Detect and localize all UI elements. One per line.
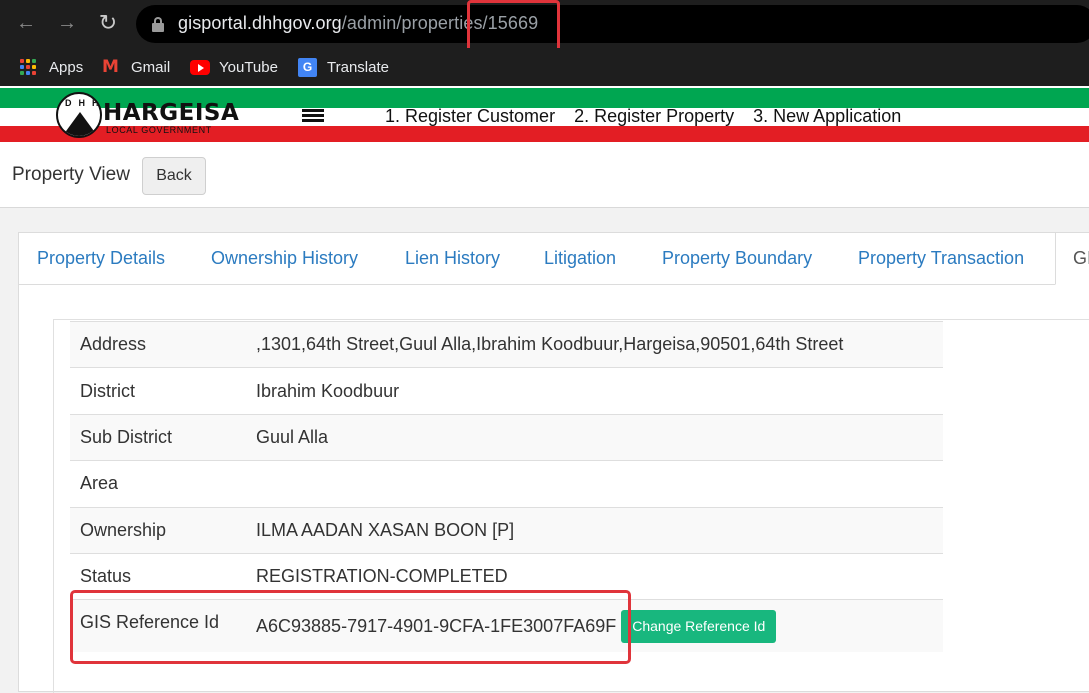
- row-value-area: [246, 460, 943, 508]
- bookmarks-bar: Apps M Gmail YouTube G Translate: [0, 48, 1089, 86]
- tab-property-details[interactable]: Property Details: [37, 248, 165, 269]
- gis-reference-id: A6C93885-7917-4901-9CFA-1FE3007FA69F: [256, 615, 617, 636]
- row-label-area: Area: [70, 460, 246, 508]
- logo-emblem-icon: DHH: [56, 92, 102, 138]
- table-row: Sub District Guul Alla: [70, 413, 943, 461]
- page-title: Property View: [12, 164, 130, 185]
- google-translate-icon: G: [298, 58, 318, 77]
- row-value-gis-reference-cell: A6C93885-7917-4901-9CFA-1FE3007FA69F Cha…: [246, 599, 943, 652]
- reload-icon[interactable]: ↻: [95, 10, 121, 36]
- bookmark-label: Apps: [49, 58, 84, 76]
- address-bar[interactable]: gisportal.dhhgov.org/admin/properties/15…: [136, 5, 1089, 43]
- row-label-district: District: [70, 367, 246, 415]
- bookmark-apps[interactable]: Apps: [20, 57, 83, 77]
- back-arrow-icon[interactable]: ←: [13, 10, 39, 36]
- row-value-address: ,1301,64th Street,Guul Alla,Ibrahim Kood…: [246, 320, 943, 368]
- change-reference-id-button[interactable]: Change Reference Id: [621, 609, 777, 643]
- page-titlebar: Property View Back: [0, 144, 1089, 208]
- forward-arrow-icon[interactable]: →: [54, 10, 80, 36]
- nav-register-property[interactable]: 2. Register Property: [574, 106, 734, 127]
- table-row: Status REGISTRATION-COMPLETED: [70, 552, 943, 600]
- back-button[interactable]: Back: [142, 157, 206, 195]
- logo-name: HARGEISA: [103, 100, 240, 126]
- youtube-icon: [190, 58, 210, 76]
- tab-lien-history[interactable]: Lien History: [405, 248, 500, 269]
- table-row: District Ibrahim Koodbuur: [70, 367, 943, 415]
- row-value-sub-district: Guul Alla: [246, 413, 943, 461]
- table-row: Address ,1301,64th Street,Guul Alla,Ibra…: [70, 320, 943, 368]
- url-host: gisportal.dhhgov.org: [178, 13, 342, 33]
- bookmark-label: YouTube: [219, 58, 278, 76]
- site-header: DHH HARGEISA LOCAL GOVERNMENT 1. Registe…: [0, 86, 1089, 144]
- hamburger-menu-icon[interactable]: [302, 109, 324, 123]
- nav-new-application[interactable]: 3. New Application: [753, 106, 901, 127]
- table-row: Area: [70, 460, 943, 508]
- row-value-status: REGISTRATION-COMPLETED: [246, 552, 943, 600]
- bookmark-youtube[interactable]: YouTube: [190, 57, 278, 77]
- tab-property-boundary[interactable]: Property Boundary: [662, 248, 812, 269]
- nav-register-customer[interactable]: 1. Register Customer: [385, 106, 555, 127]
- gmail-icon: M: [102, 57, 119, 77]
- site-logo[interactable]: DHH HARGEISA LOCAL GOVERNMENT: [56, 92, 240, 140]
- property-detail-table: Address ,1301,64th Street,Guul Alla,Ibra…: [70, 320, 943, 652]
- bookmark-translate[interactable]: G Translate: [298, 57, 389, 77]
- row-label-sub-district: Sub District: [70, 413, 246, 461]
- tab-bar: Property Details Ownership History Lien …: [19, 232, 1089, 285]
- tab-gis-label: GI: [1073, 248, 1089, 268]
- logo-subtitle: LOCAL GOVERNMENT: [106, 125, 212, 135]
- row-value-ownership: ILMA AADAN XASAN BOON [P]: [246, 506, 943, 554]
- table-row: GIS Reference Id A6C93885-7917-4901-9CFA…: [70, 599, 943, 652]
- row-label-status: Status: [70, 552, 246, 600]
- logo-letters: DHH: [65, 98, 102, 108]
- row-label-gis-reference: GIS Reference Id: [70, 599, 246, 652]
- apps-grid-icon: [20, 58, 40, 76]
- tab-ownership-history[interactable]: Ownership History: [211, 248, 358, 269]
- bookmark-label: Gmail: [131, 58, 171, 76]
- tab-property-transaction[interactable]: Property Transaction: [858, 248, 1024, 269]
- bookmark-label: Translate: [327, 58, 389, 76]
- tab-litigation[interactable]: Litigation: [544, 248, 616, 269]
- top-nav: 1. Register Customer 2. Register Propert…: [385, 106, 901, 127]
- url-annotation-box: [467, 0, 560, 55]
- bookmark-gmail[interactable]: M Gmail: [102, 57, 170, 77]
- lock-icon[interactable]: [152, 17, 164, 32]
- row-value-district: Ibrahim Koodbuur: [246, 367, 943, 415]
- row-label-address: Address: [70, 320, 246, 368]
- table-row: Ownership ILMA AADAN XASAN BOON [P]: [70, 506, 943, 554]
- tab-gis-active[interactable]: GI: [1055, 232, 1089, 285]
- row-label-ownership: Ownership: [70, 506, 246, 554]
